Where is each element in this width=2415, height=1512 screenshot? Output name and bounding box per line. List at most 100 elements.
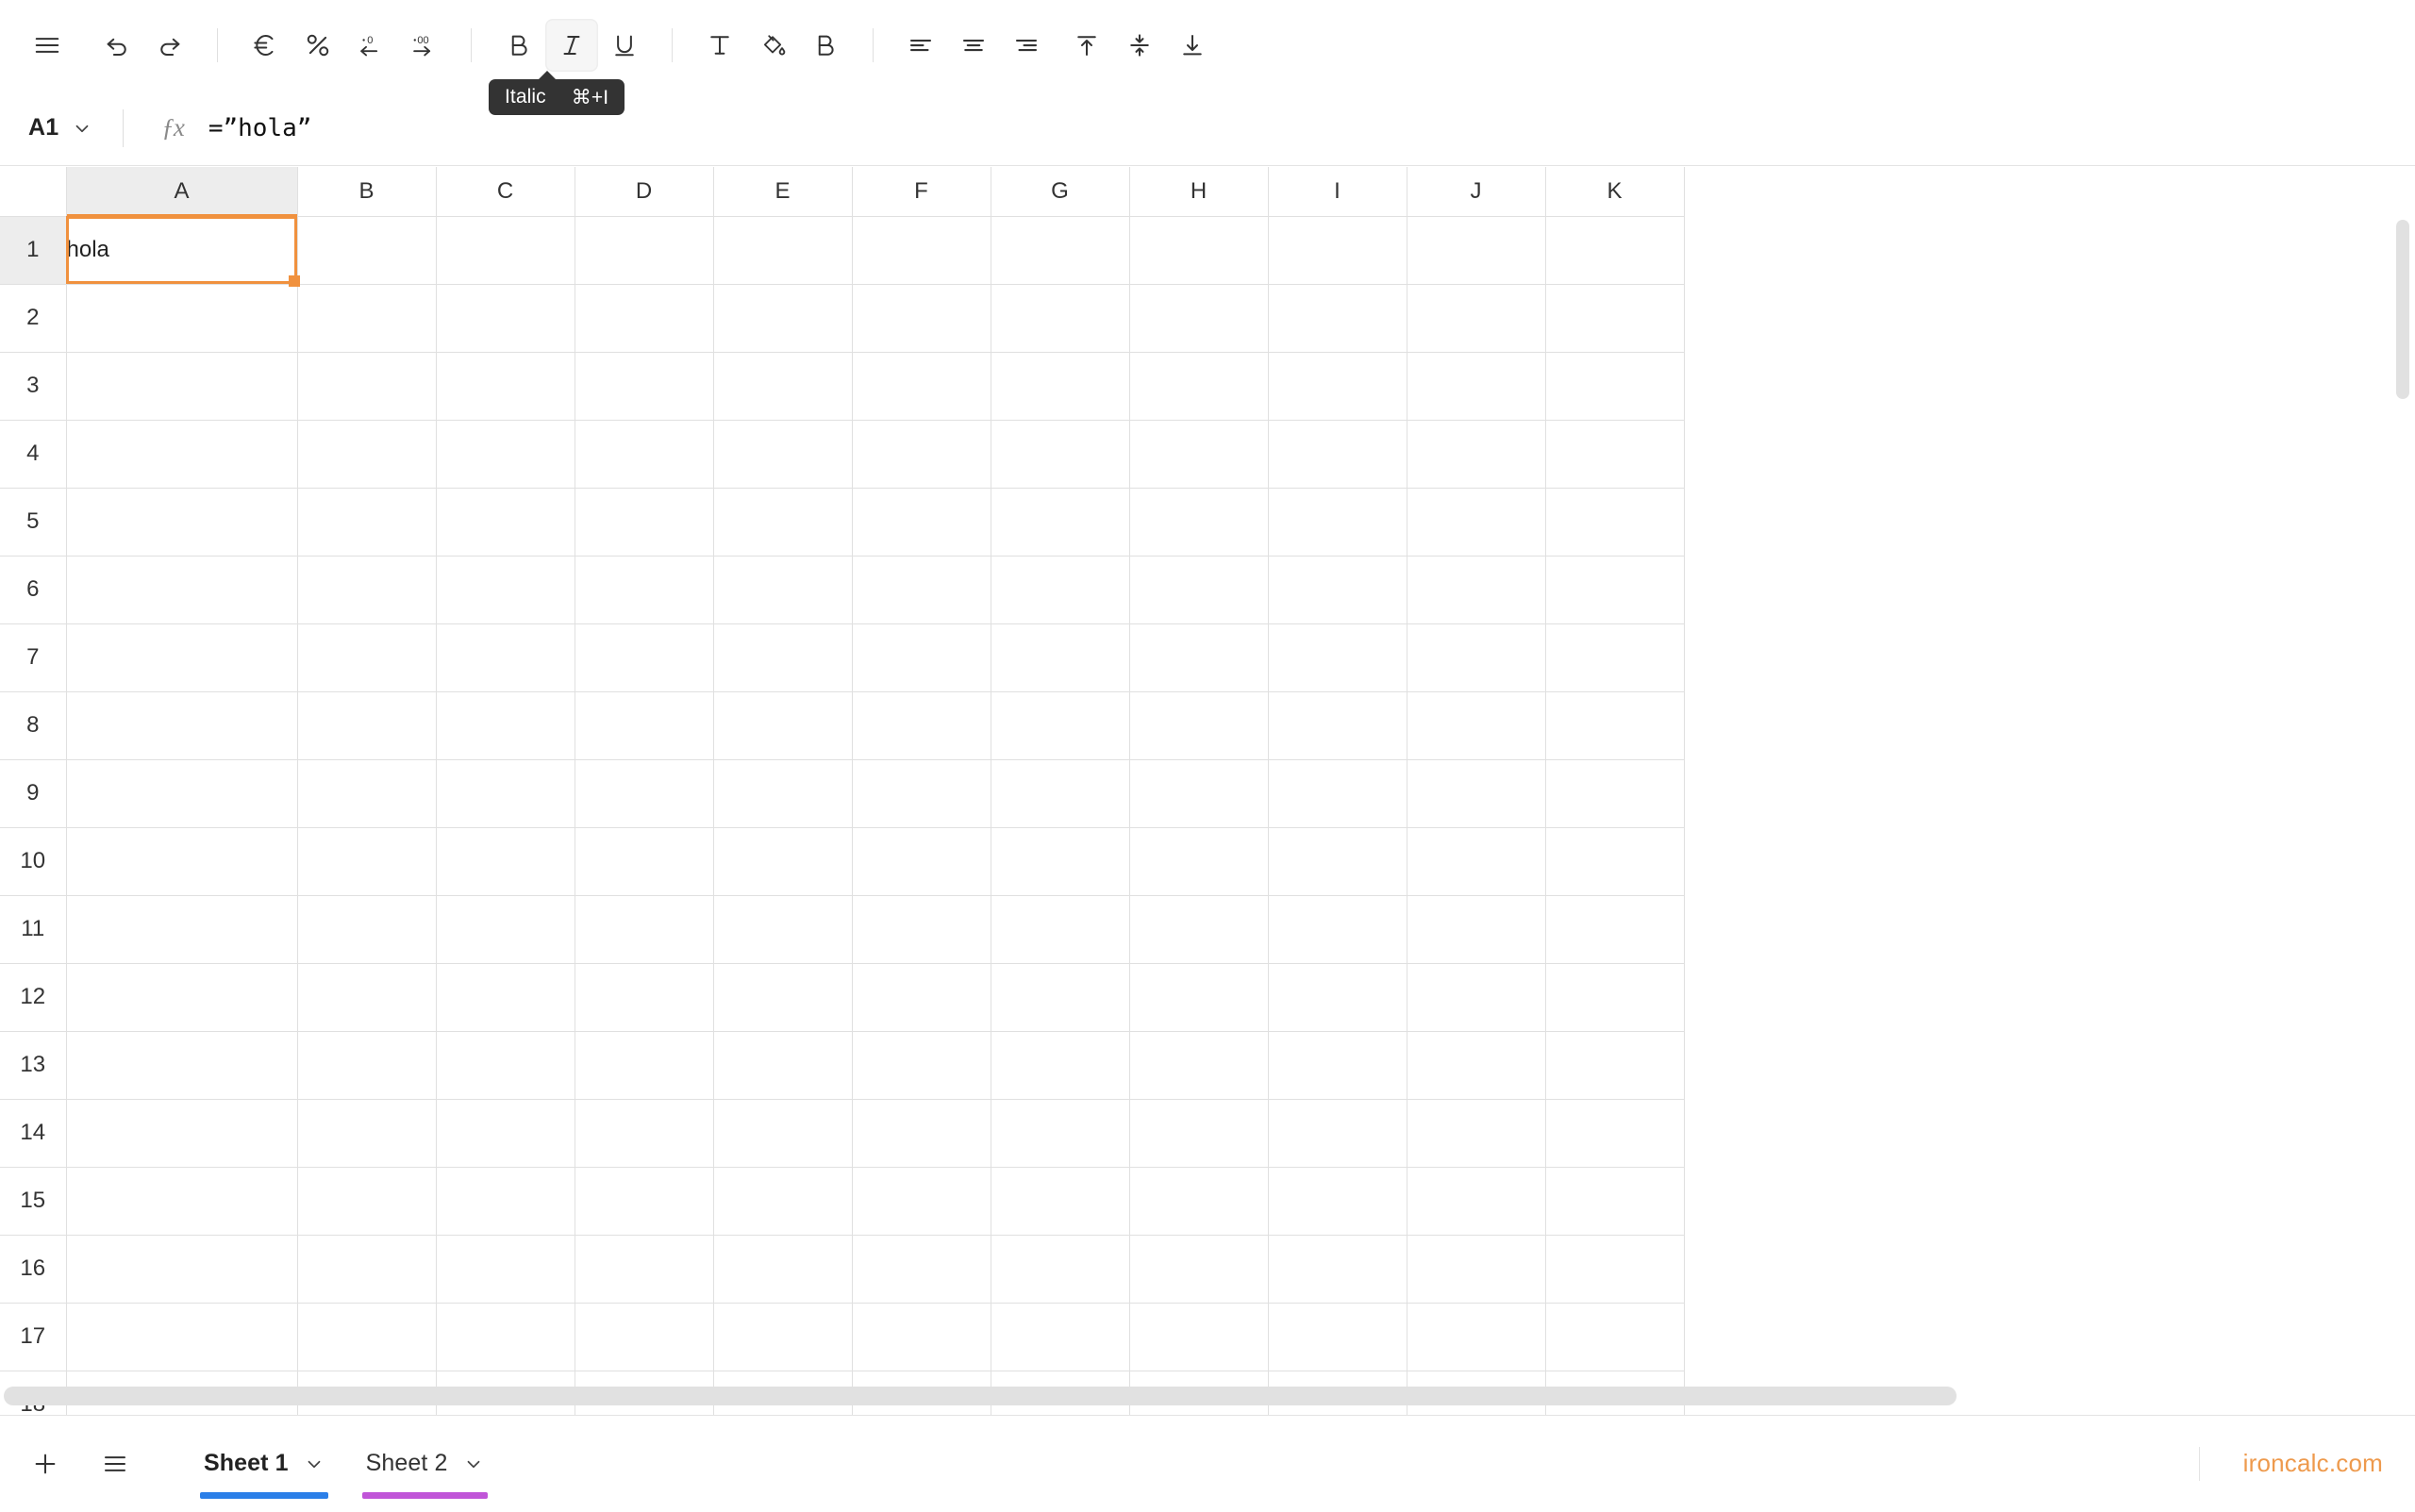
cell-g11[interactable]	[991, 895, 1129, 963]
cell-i11[interactable]	[1268, 895, 1407, 963]
cell-c15[interactable]	[436, 1167, 575, 1235]
horizontal-scrollbar[interactable]	[4, 1387, 1957, 1405]
cell-c14[interactable]	[436, 1099, 575, 1167]
cell-b5[interactable]	[297, 488, 436, 556]
cell-b8[interactable]	[297, 691, 436, 759]
row-header-11[interactable]: 11	[0, 895, 66, 963]
row-header-3[interactable]: 3	[0, 352, 66, 420]
bold-button[interactable]	[492, 19, 545, 72]
cell-g13[interactable]	[991, 1031, 1129, 1099]
cell-i6[interactable]	[1268, 556, 1407, 623]
cell-e6[interactable]	[713, 556, 852, 623]
cell-h11[interactable]	[1129, 895, 1268, 963]
column-header-k[interactable]: K	[1545, 167, 1684, 216]
sheet-tab-1[interactable]: Sheet 1	[183, 1416, 345, 1512]
cell-h16[interactable]	[1129, 1235, 1268, 1303]
cell-j12[interactable]	[1407, 963, 1545, 1031]
row-header-14[interactable]: 14	[0, 1099, 66, 1167]
cell-a6[interactable]	[66, 556, 297, 623]
cell-c8[interactable]	[436, 691, 575, 759]
cell-e13[interactable]	[713, 1031, 852, 1099]
cell-c11[interactable]	[436, 895, 575, 963]
cell-a9[interactable]	[66, 759, 297, 827]
cell-g14[interactable]	[991, 1099, 1129, 1167]
cell-d9[interactable]	[575, 759, 713, 827]
cell-g2[interactable]	[991, 284, 1129, 352]
cell-j2[interactable]	[1407, 284, 1545, 352]
cell-c9[interactable]	[436, 759, 575, 827]
cell-g5[interactable]	[991, 488, 1129, 556]
cell-e7[interactable]	[713, 623, 852, 691]
cell-a16[interactable]	[66, 1235, 297, 1303]
cell-g3[interactable]	[991, 352, 1129, 420]
cell-e4[interactable]	[713, 420, 852, 488]
cell-a17[interactable]	[66, 1303, 297, 1371]
cell-e11[interactable]	[713, 895, 852, 963]
cell-a14[interactable]	[66, 1099, 297, 1167]
cell-g17[interactable]	[991, 1303, 1129, 1371]
cell-a1[interactable]: hola	[66, 216, 297, 284]
cell-h13[interactable]	[1129, 1031, 1268, 1099]
cell-j15[interactable]	[1407, 1167, 1545, 1235]
euro-format-button[interactable]	[239, 19, 291, 72]
chevron-down-icon[interactable]	[463, 1454, 484, 1474]
cell-i8[interactable]	[1268, 691, 1407, 759]
cell-k7[interactable]	[1545, 623, 1684, 691]
cell-j5[interactable]	[1407, 488, 1545, 556]
cell-d12[interactable]	[575, 963, 713, 1031]
cell-f15[interactable]	[852, 1167, 991, 1235]
align-middle-button[interactable]	[1113, 19, 1166, 72]
column-header-b[interactable]: B	[297, 167, 436, 216]
cell-c2[interactable]	[436, 284, 575, 352]
cell-f8[interactable]	[852, 691, 991, 759]
cell-e14[interactable]	[713, 1099, 852, 1167]
cell-f17[interactable]	[852, 1303, 991, 1371]
cell-i2[interactable]	[1268, 284, 1407, 352]
cell-c17[interactable]	[436, 1303, 575, 1371]
cell-f13[interactable]	[852, 1031, 991, 1099]
cell-a15[interactable]	[66, 1167, 297, 1235]
cell-g9[interactable]	[991, 759, 1129, 827]
cell-h17[interactable]	[1129, 1303, 1268, 1371]
cell-j3[interactable]	[1407, 352, 1545, 420]
cell-k2[interactable]	[1545, 284, 1684, 352]
cell-j13[interactable]	[1407, 1031, 1545, 1099]
cell-d15[interactable]	[575, 1167, 713, 1235]
cell-k13[interactable]	[1545, 1031, 1684, 1099]
sheet-tab-2[interactable]: Sheet 2	[345, 1416, 505, 1512]
borders-button[interactable]	[799, 19, 852, 72]
align-left-button[interactable]	[894, 19, 947, 72]
cell-d3[interactable]	[575, 352, 713, 420]
cell-f6[interactable]	[852, 556, 991, 623]
cell-i7[interactable]	[1268, 623, 1407, 691]
row-header-6[interactable]: 6	[0, 556, 66, 623]
cell-h14[interactable]	[1129, 1099, 1268, 1167]
cell-i12[interactable]	[1268, 963, 1407, 1031]
cell-k5[interactable]	[1545, 488, 1684, 556]
cell-a5[interactable]	[66, 488, 297, 556]
cell-f7[interactable]	[852, 623, 991, 691]
cell-j8[interactable]	[1407, 691, 1545, 759]
cell-h12[interactable]	[1129, 963, 1268, 1031]
cell-j16[interactable]	[1407, 1235, 1545, 1303]
vertical-scrollbar[interactable]	[2396, 220, 2409, 399]
cell-a13[interactable]	[66, 1031, 297, 1099]
cell-k6[interactable]	[1545, 556, 1684, 623]
increase-decimal-button[interactable]: 00	[397, 19, 450, 72]
cell-b10[interactable]	[297, 827, 436, 895]
row-header-7[interactable]: 7	[0, 623, 66, 691]
cell-b17[interactable]	[297, 1303, 436, 1371]
cell-f14[interactable]	[852, 1099, 991, 1167]
cell-d14[interactable]	[575, 1099, 713, 1167]
cell-j17[interactable]	[1407, 1303, 1545, 1371]
cell-a7[interactable]	[66, 623, 297, 691]
cell-e2[interactable]	[713, 284, 852, 352]
cell-e3[interactable]	[713, 352, 852, 420]
cell-d1[interactable]	[575, 216, 713, 284]
cell-i3[interactable]	[1268, 352, 1407, 420]
cell-d6[interactable]	[575, 556, 713, 623]
cell-c10[interactable]	[436, 827, 575, 895]
cell-e5[interactable]	[713, 488, 852, 556]
cell-f2[interactable]	[852, 284, 991, 352]
redo-button[interactable]	[143, 19, 196, 72]
